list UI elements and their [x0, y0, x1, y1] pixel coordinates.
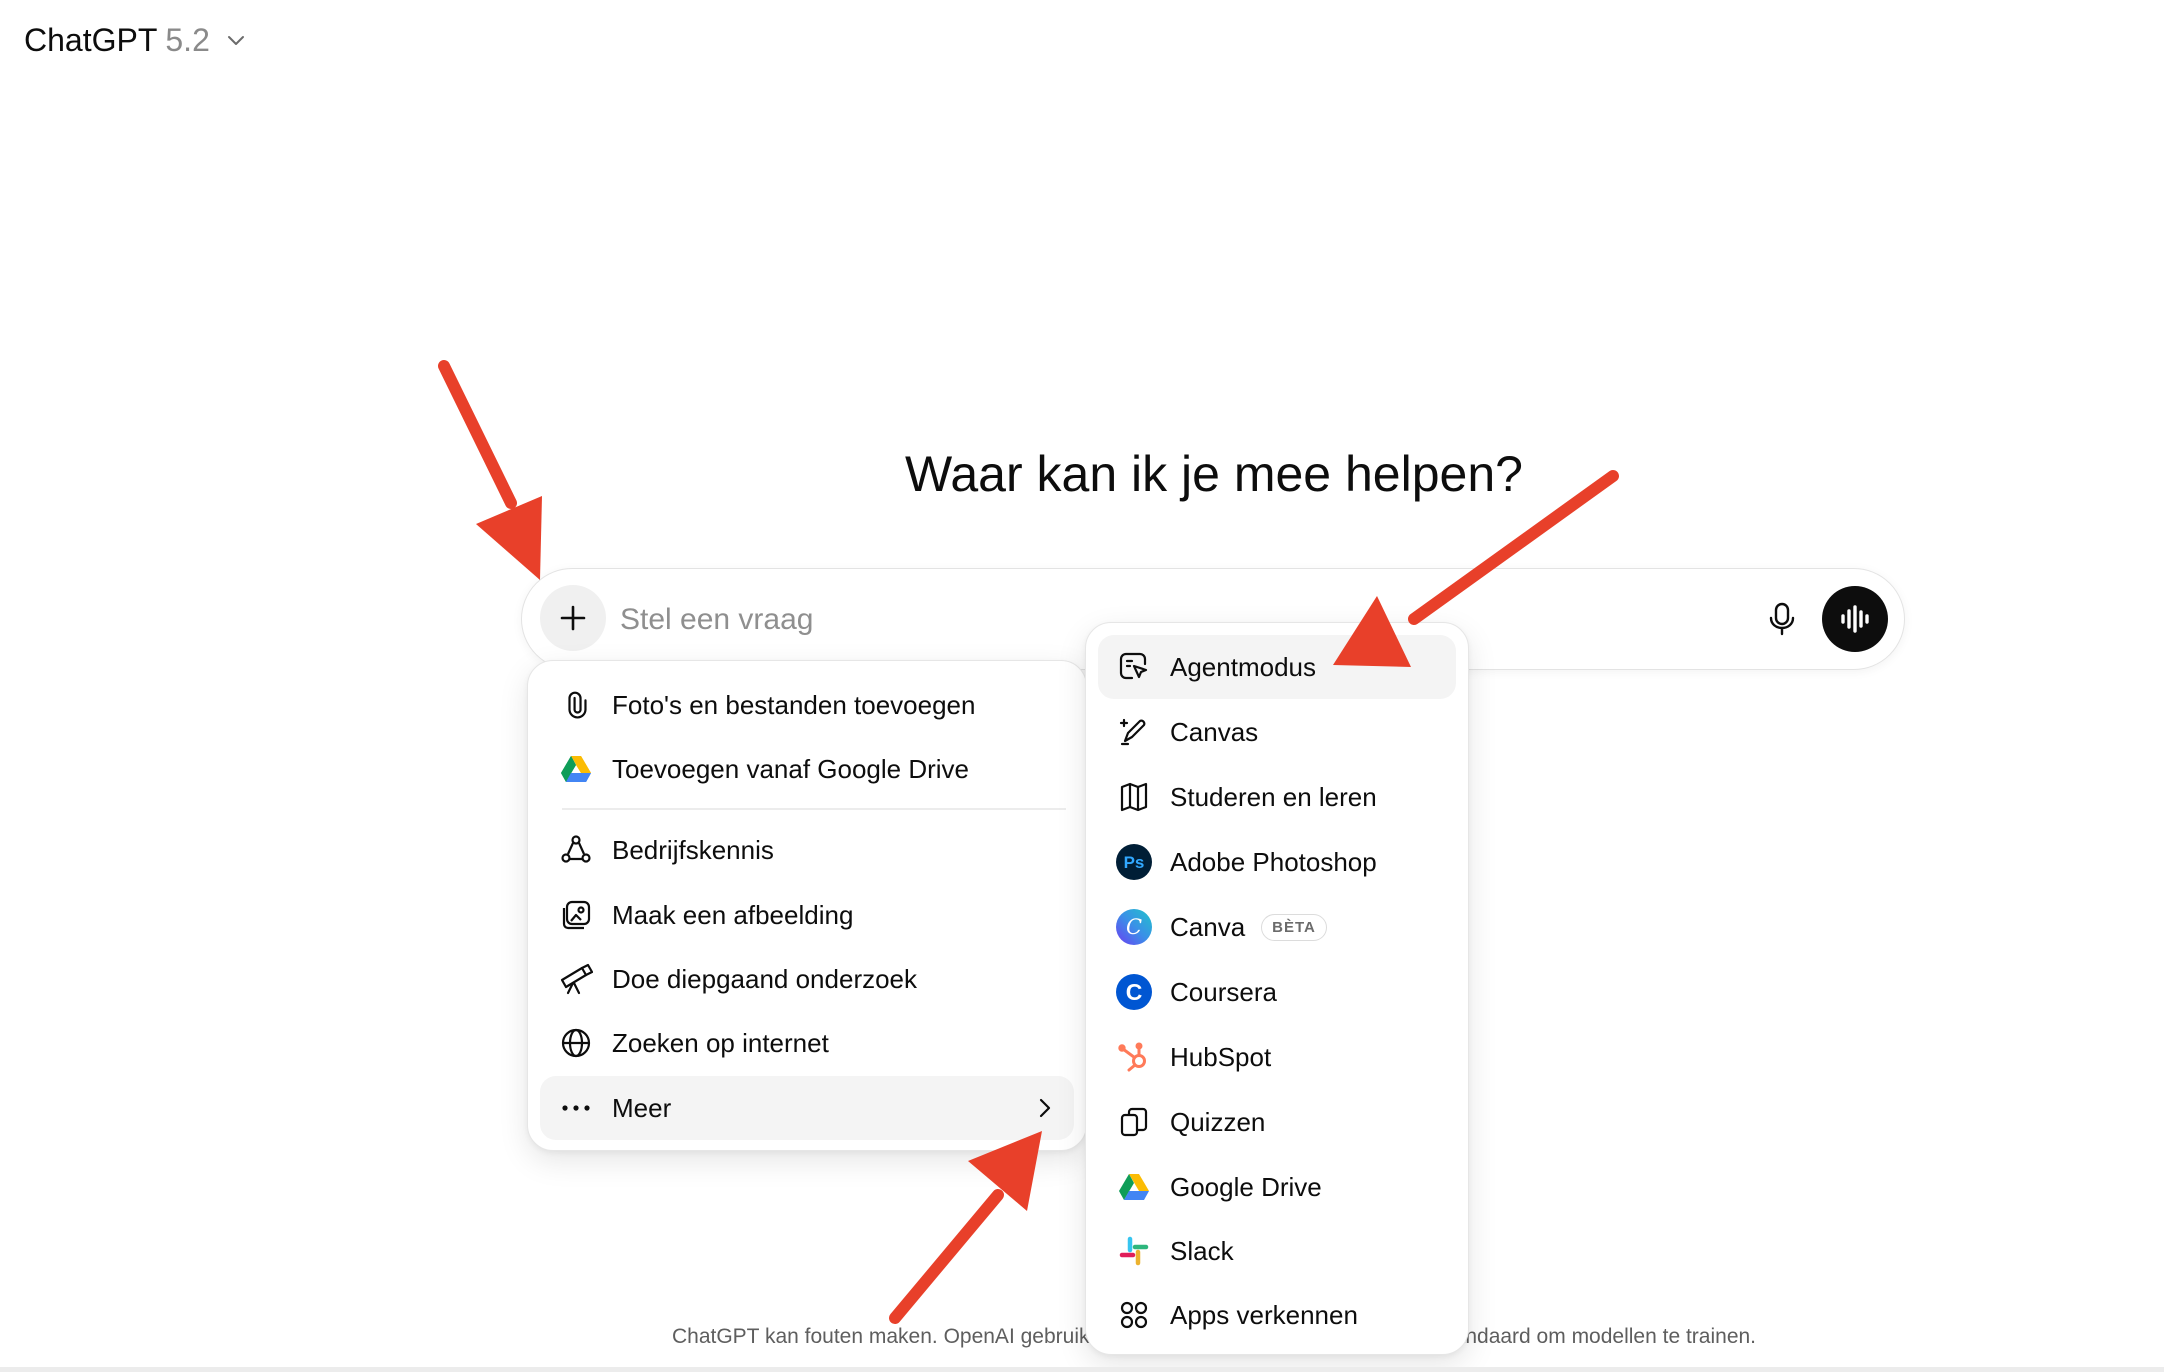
dictate-button[interactable] — [1758, 595, 1806, 643]
menu-item-label: Bedrijfskennis — [612, 834, 774, 865]
book-icon — [1114, 777, 1154, 817]
menu-item-label: Foto's en bestanden toevoegen — [612, 689, 976, 720]
model-version: 5.2 — [165, 21, 210, 58]
menu-item-label: Google Drive — [1170, 1171, 1322, 1202]
menu-item-label: Adobe Photoshop — [1170, 846, 1377, 877]
quiz-cards-icon — [1114, 1102, 1154, 1142]
menu-item-create-image[interactable]: Maak een afbeelding — [540, 883, 1074, 947]
attach-menu: Foto's en bestanden toevoegen Toevoegen … — [527, 660, 1087, 1151]
waveform-icon — [1841, 605, 1869, 633]
paperclip-icon — [556, 685, 596, 725]
menu-item-label: Apps verkennen — [1170, 1299, 1358, 1330]
canva-icon-text: C — [1126, 915, 1142, 939]
connectors-icon — [556, 830, 596, 870]
image-icon — [556, 895, 596, 935]
menu-item-agent-mode[interactable]: Agentmodus — [1098, 635, 1456, 699]
slack-icon — [1114, 1231, 1154, 1271]
menu-item-label: Meer — [612, 1092, 672, 1123]
model-name: ChatGPT — [24, 21, 158, 58]
menu-item-slack[interactable]: Slack — [1098, 1219, 1456, 1283]
menu-item-coursera[interactable]: C Coursera — [1098, 960, 1456, 1024]
menu-item-label: Doe diepgaand onderzoek — [612, 963, 918, 994]
photoshop-icon-text: Ps — [1124, 853, 1145, 872]
agent-cursor-icon — [1114, 647, 1154, 687]
disclaimer: ChatGPT kan fouten maken. OpenAI gebruik… — [671, 1325, 1757, 1348]
menu-item-canva[interactable]: C Canva BÈTA — [1098, 895, 1456, 959]
menu-item-more[interactable]: Meer — [540, 1076, 1074, 1140]
google-drive-icon — [556, 749, 596, 789]
menu-item-web-search[interactable]: Zoeken op internet — [540, 1011, 1074, 1075]
beta-badge: BÈTA — [1261, 913, 1327, 941]
menu-item-label: Canva — [1170, 911, 1246, 942]
coursera-icon-text: C — [1126, 979, 1143, 1005]
menu-item-hubspot[interactable]: HubSpot — [1098, 1025, 1456, 1089]
coursera-icon: C — [1114, 972, 1154, 1012]
menu-item-label: Zoeken op internet — [612, 1027, 829, 1058]
voice-mode-button[interactable] — [1822, 586, 1888, 652]
apps-menu: Agentmodus Canvas Studeren en leren Ps A… — [1085, 622, 1469, 1355]
plus-icon — [560, 605, 586, 631]
canvas-pen-icon — [1114, 712, 1154, 752]
menu-item-canvas[interactable]: Canvas — [1098, 700, 1456, 764]
menu-item-label: Studeren en leren — [1170, 781, 1377, 812]
menu-item-company-knowledge[interactable]: Bedrijfskennis — [540, 818, 1074, 882]
bottom-divider — [0, 1367, 2164, 1372]
menu-item-label: Coursera — [1170, 976, 1277, 1007]
menu-item-add-files[interactable]: Foto's en bestanden toevoegen — [540, 673, 1074, 737]
canva-icon: C — [1114, 907, 1154, 947]
menu-item-explore-apps[interactable]: Apps verkennen — [1098, 1283, 1456, 1347]
add-attachment-button[interactable] — [540, 585, 606, 651]
page-title: Waar kan ik je mee helpen? — [905, 446, 1523, 502]
menu-item-label: Toevoegen vanaf Google Drive — [612, 753, 970, 784]
chevron-right-icon — [1039, 1098, 1051, 1118]
more-dots-icon — [556, 1088, 596, 1128]
menu-item-label: Canvas — [1170, 716, 1259, 747]
menu-item-label: Agentmodus — [1170, 651, 1316, 682]
hubspot-icon — [1114, 1037, 1154, 1077]
model-selector[interactable]: ChatGPT 5.2 — [24, 18, 248, 62]
menu-item-label: Maak een afbeelding — [612, 899, 854, 930]
google-drive-icon — [1114, 1167, 1154, 1207]
arrow-to-meer — [889, 1131, 1042, 1324]
chevron-down-icon — [227, 36, 244, 45]
telescope-icon — [556, 959, 596, 999]
menu-item-study[interactable]: Studeren en leren — [1098, 765, 1456, 829]
menu-item-google-drive-app[interactable]: Google Drive — [1098, 1155, 1456, 1219]
menu-item-quizzes[interactable]: Quizzen — [1098, 1090, 1456, 1154]
globe-icon — [556, 1023, 596, 1063]
menu-item-label: Slack — [1170, 1235, 1234, 1266]
photoshop-icon: Ps — [1114, 842, 1154, 882]
menu-item-google-drive[interactable]: Toevoegen vanaf Google Drive — [540, 737, 1074, 801]
menu-item-adobe-photoshop[interactable]: Ps Adobe Photoshop — [1098, 830, 1456, 894]
microphone-icon — [1769, 602, 1795, 636]
menu-item-deep-research[interactable]: Doe diepgaand onderzoek — [540, 947, 1074, 1011]
menu-divider — [562, 808, 1066, 810]
apps-grid-icon — [1114, 1295, 1154, 1335]
menu-item-label: HubSpot — [1170, 1041, 1272, 1072]
menu-item-label: Quizzen — [1170, 1106, 1266, 1137]
